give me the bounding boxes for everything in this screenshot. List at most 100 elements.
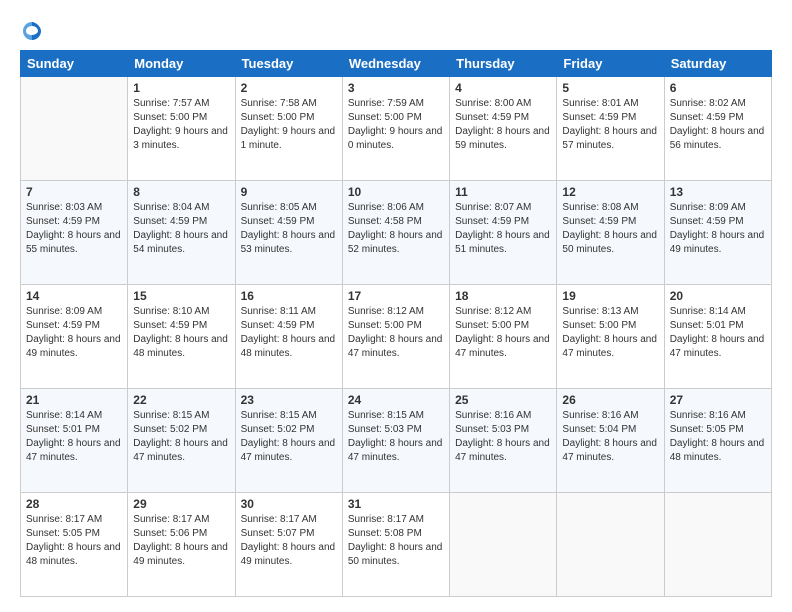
calendar-cell: 15Sunrise: 8:10 AMSunset: 4:59 PMDayligh… <box>128 285 235 389</box>
day-info: Sunrise: 8:02 AMSunset: 4:59 PMDaylight:… <box>670 97 766 153</box>
day-info: Sunrise: 7:58 AM Sunset: 5:00 PM Daylight:… <box>241 97 337 153</box>
calendar-cell: 17 Sunrise: 8:12 AMSunset: 5:00 PMDayligh… <box>342 285 449 389</box>
day-number: 1 <box>133 81 229 95</box>
sunrise-text: Sunrise: 8:14 AM <box>670 306 746 317</box>
calendar-cell: 29Sunrise: 8:17 AMSunset: 5:06 PMDayligh… <box>128 493 235 597</box>
sunrise-text: Sunrise: 8:17 AM <box>26 514 102 525</box>
day-number: 6 <box>670 81 766 95</box>
calendar-cell: 24Sunrise: 8:15 AMSunset: 5:03 PMDayligh… <box>342 389 449 493</box>
daylight-text: Daylight: 8 hours and 47 minutes. <box>670 334 765 359</box>
sunset-text: Sunset: 5:00 PM <box>348 112 422 123</box>
day-info: Sunrise: 7:59 AM Sunset: 5:00 PM Daylight:… <box>348 97 444 153</box>
daylight-text: Daylight: 8 hours and 51 minutes. <box>455 230 550 255</box>
calendar-cell: 14Sunrise: 8:09 AMSunset: 4:59 PMDayligh… <box>21 285 128 389</box>
calendar-col-header: Thursday <box>450 51 557 77</box>
sunrise-text: Sunrise: 8:12 AM <box>348 306 424 317</box>
sunset-text: Sunset: 4:59 PM <box>455 216 529 227</box>
sunrise-text: Sunrise: 8:05 AM <box>241 202 317 213</box>
daylight-text: Daylight: 8 hours and 47 minutes. <box>26 438 121 463</box>
page: SundayMondayTuesdayWednesdayThursdayFrid… <box>0 0 792 612</box>
calendar-table: SundayMondayTuesdayWednesdayThursdayFrid… <box>20 50 772 597</box>
daylight-text: Daylight: 8 hours and 49 minutes. <box>241 542 336 567</box>
calendar-cell: 9Sunrise: 8:05 AMSunset: 4:59 PMDaylight… <box>235 181 342 285</box>
calendar-week-row: 7Sunrise: 8:03 AMSunset: 4:59 PMDaylight… <box>21 181 772 285</box>
day-info: Sunrise: 8:11 AMSunset: 4:59 PMDaylight:… <box>241 305 337 361</box>
sunset-text: Sunset: 5:02 PM <box>241 424 315 435</box>
sunrise-text: Sunrise: 8:16 AM <box>455 410 531 421</box>
calendar-cell: 18Sunrise: 8:12 AMSunset: 5:00 PMDayligh… <box>450 285 557 389</box>
day-number: 23 <box>241 393 337 407</box>
calendar-cell: 20Sunrise: 8:14 AMSunset: 5:01 PMDayligh… <box>664 285 771 389</box>
sunrise-text: Sunrise: 8:08 AM <box>562 202 638 213</box>
sunset-text: Sunset: 5:00 PM <box>133 112 207 123</box>
sunrise-text: Sunrise: 8:13 AM <box>562 306 638 317</box>
daylight-text: Daylight: 9 hours and 1 minute. <box>241 126 336 151</box>
day-number: 22 <box>133 393 229 407</box>
day-number: 17 <box>348 289 444 303</box>
sunrise-text: Sunrise: 8:07 AM <box>455 202 531 213</box>
day-number: 28 <box>26 497 122 511</box>
sunrise-text: Sunrise: 8:17 AM <box>133 514 209 525</box>
daylight-text: Daylight: 8 hours and 57 minutes. <box>562 126 657 151</box>
calendar-header-row: SundayMondayTuesdayWednesdayThursdayFrid… <box>21 51 772 77</box>
day-info: Sunrise: 8:09 AMSunset: 4:59 PMDaylight:… <box>26 305 122 361</box>
day-number: 11 <box>455 185 551 199</box>
sunrise-text: Sunrise: 7:59 AM <box>348 98 424 109</box>
day-number: 31 <box>348 497 444 511</box>
sunset-text: Sunset: 4:59 PM <box>670 216 744 227</box>
day-number: 3 <box>348 81 444 95</box>
daylight-text: Daylight: 8 hours and 47 minutes. <box>133 438 228 463</box>
day-info: Sunrise: 8:06 AMSunset: 4:58 PMDaylight:… <box>348 201 444 257</box>
calendar-cell: 1 Sunrise: 7:57 AM Sunset: 5:00 PM Daylight… <box>128 77 235 181</box>
day-number: 13 <box>670 185 766 199</box>
calendar-week-row: 21Sunrise: 8:14 AMSunset: 5:01 PMDayligh… <box>21 389 772 493</box>
daylight-text: Daylight: 9 hours and 0 minutes. <box>348 126 443 151</box>
sunset-text: Sunset: 4:59 PM <box>455 112 529 123</box>
calendar-week-row: 28 Sunrise: 8:17 AM Sunset: 5:05 PM Dayligh… <box>21 493 772 597</box>
day-info: Sunrise: 8:17 AMSunset: 5:08 PMDaylight:… <box>348 513 444 569</box>
day-number: 26 <box>562 393 658 407</box>
sunrise-text: Sunrise: 8:15 AM <box>348 410 424 421</box>
daylight-text: Daylight: 8 hours and 47 minutes. <box>348 438 443 463</box>
day-info: Sunrise: 8:10 AMSunset: 4:59 PMDaylight:… <box>133 305 229 361</box>
sunset-text: Sunset: 4:59 PM <box>133 320 207 331</box>
sunset-text: Sunset: 5:00 PM <box>562 320 636 331</box>
day-info: Sunrise: 8:17 AMSunset: 5:07 PMDaylight:… <box>241 513 337 569</box>
calendar-cell: 13Sunrise: 8:09 AMSunset: 4:59 PMDayligh… <box>664 181 771 285</box>
day-info: Sunrise: 8:17 AMSunset: 5:06 PMDaylight:… <box>133 513 229 569</box>
daylight-text: Daylight: 8 hours and 47 minutes. <box>455 438 550 463</box>
daylight-text: Daylight: 8 hours and 52 minutes. <box>348 230 443 255</box>
day-info: Sunrise: 8:12 AMSunset: 5:00 PMDaylight:… <box>348 305 444 361</box>
daylight-text: Daylight: 8 hours and 50 minutes. <box>348 542 443 567</box>
sunset-text: Sunset: 5:00 PM <box>241 112 315 123</box>
day-info: Sunrise: 8:07 AM Sunset: 4:59 PM Daylight:… <box>455 201 551 257</box>
sunrise-text: Sunrise: 8:02 AM <box>670 98 746 109</box>
sunset-text: Sunset: 5:05 PM <box>26 528 100 539</box>
day-info: Sunrise: 8:15 AM Sunset: 5:03 PM Daylight:… <box>348 409 444 465</box>
calendar-cell: 12Sunrise: 8:08 AMSunset: 4:59 PMDayligh… <box>557 181 664 285</box>
day-number: 2 <box>241 81 337 95</box>
daylight-text: Daylight: 8 hours and 59 minutes. <box>455 126 550 151</box>
daylight-text: Daylight: 8 hours and 50 minutes. <box>562 230 657 255</box>
day-number: 20 <box>670 289 766 303</box>
calendar-cell <box>664 493 771 597</box>
sunset-text: Sunset: 5:03 PM <box>348 424 422 435</box>
sunrise-text: Sunrise: 7:57 AM <box>133 98 209 109</box>
calendar-cell <box>450 493 557 597</box>
sunset-text: Sunset: 4:59 PM <box>241 320 315 331</box>
day-info: Sunrise: 8:00 AMSunset: 4:59 PMDaylight:… <box>455 97 551 153</box>
daylight-text: Daylight: 9 hours and 3 minutes. <box>133 126 228 151</box>
daylight-text: Daylight: 8 hours and 48 minutes. <box>133 334 228 359</box>
calendar-cell: 27Sunrise: 8:16 AMSunset: 5:05 PMDayligh… <box>664 389 771 493</box>
day-info: Sunrise: 8:15 AMSunset: 5:02 PMDaylight:… <box>133 409 229 465</box>
day-number: 18 <box>455 289 551 303</box>
calendar-week-row: 1 Sunrise: 7:57 AM Sunset: 5:00 PM Daylight… <box>21 77 772 181</box>
sunset-text: Sunset: 4:59 PM <box>26 216 100 227</box>
sunrise-text: Sunrise: 7:58 AM <box>241 98 317 109</box>
calendar-cell: 25Sunrise: 8:16 AMSunset: 5:03 PMDayligh… <box>450 389 557 493</box>
daylight-text: Daylight: 8 hours and 48 minutes. <box>670 438 765 463</box>
sunset-text: Sunset: 5:06 PM <box>133 528 207 539</box>
daylight-text: Daylight: 8 hours and 54 minutes. <box>133 230 228 255</box>
calendar-cell: 2 Sunrise: 7:58 AM Sunset: 5:00 PM Daylight… <box>235 77 342 181</box>
day-info: Sunrise: 8:17 AMSunset: 5:05 PMDaylight:… <box>26 513 122 569</box>
